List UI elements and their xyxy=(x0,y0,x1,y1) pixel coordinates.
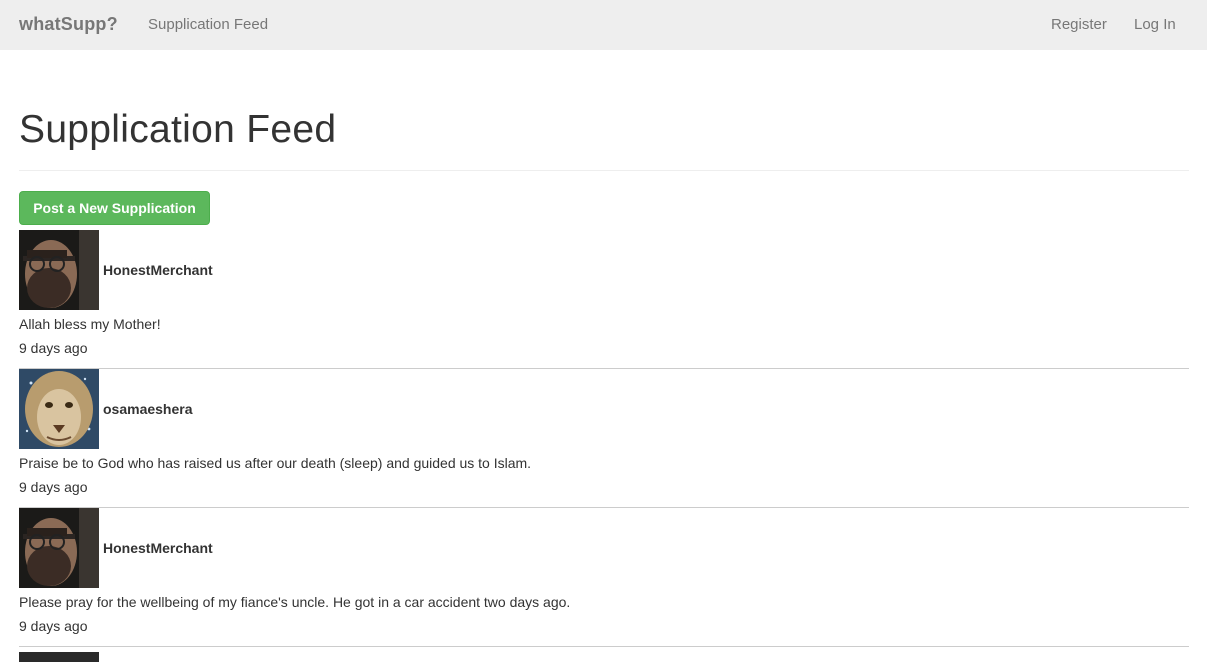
brand-link[interactable]: whatSupp? xyxy=(19,14,118,35)
feed-post: HonestMerchant Allah bless my Mother! 9 … xyxy=(19,230,1189,369)
post-text: Allah bless my Mother! xyxy=(19,316,161,332)
nav-link-feed[interactable]: Supplication Feed xyxy=(148,16,268,33)
feed-list: HonestMerchant Allah bless my Mother! 9 … xyxy=(19,230,1189,662)
user-avatar[interactable] xyxy=(19,508,99,588)
navbar: whatSupp? Supplication Feed Register Log… xyxy=(0,0,1207,50)
post-supplication-button[interactable]: Post a New Supplication xyxy=(19,191,210,225)
feed-post: osamaeshera Praise be to God who has rai… xyxy=(19,369,1189,508)
post-header: HonestMerchant xyxy=(19,508,213,588)
feed-post: HonestMerchant Please pray for the wellb… xyxy=(19,508,1189,647)
post-text: Praise be to God who has raised us after… xyxy=(19,455,532,471)
post-timestamp: 9 days ago xyxy=(19,479,88,495)
post-username[interactable]: HonestMerchant xyxy=(103,540,213,556)
post-header: HonestMerchant xyxy=(19,230,213,310)
nav-link-login[interactable]: Log In xyxy=(1134,16,1176,33)
post-username[interactable]: osamaeshera xyxy=(103,401,193,417)
user-avatar[interactable] xyxy=(19,230,99,310)
user-avatar[interactable] xyxy=(19,652,99,662)
nav-link-register[interactable]: Register xyxy=(1051,16,1107,33)
post-header: osamaeshera xyxy=(19,369,193,449)
post-text: Please pray for the wellbeing of my fian… xyxy=(19,594,571,610)
post-username[interactable]: HonestMerchant xyxy=(103,262,213,278)
user-avatar[interactable] xyxy=(19,369,99,449)
title-divider xyxy=(19,170,1189,171)
post-timestamp: 9 days ago xyxy=(19,618,88,634)
page-title: Supplication Feed xyxy=(19,108,337,151)
post-timestamp: 9 days ago xyxy=(19,340,88,356)
